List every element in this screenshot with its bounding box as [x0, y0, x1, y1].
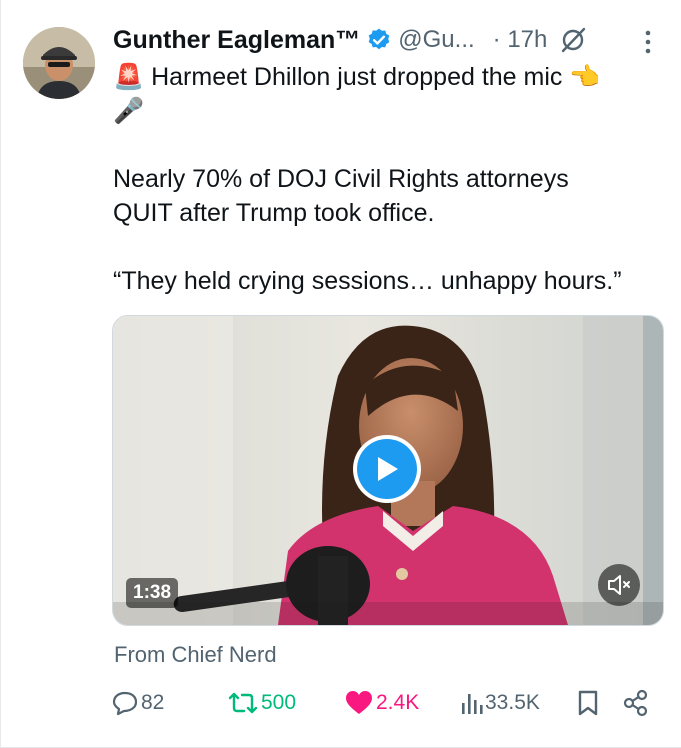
tweet-line-4: “They held crying sessions… unhappy hour… — [113, 267, 622, 295]
share-button[interactable] — [623, 686, 649, 720]
avatar[interactable] — [23, 27, 95, 99]
action-bar: 82 500 2.4K 33.5K — [111, 686, 651, 720]
view-count: 33.5K — [485, 691, 540, 714]
bookmark-button[interactable] — [577, 686, 599, 720]
author-name[interactable]: Gunther Eagleman™ — [113, 26, 360, 55]
more-options-icon[interactable] — [641, 28, 655, 56]
mute-icon — [608, 575, 630, 595]
reply-count: 82 — [141, 691, 165, 714]
play-icon — [357, 439, 417, 499]
siren-emoji: 🚨 — [113, 63, 145, 91]
media-source-label[interactable]: From Chief Nerd — [114, 642, 277, 668]
bookmark-icon — [578, 690, 598, 716]
heart-icon — [346, 691, 372, 714]
tweet-line-3: QUIT after Trump took office. — [113, 199, 435, 227]
repost-icon — [228, 692, 258, 714]
like-button[interactable]: 2.4K — [345, 686, 419, 720]
video-duration: 1:38 — [126, 578, 179, 608]
tweet-header: Gunther Eagleman™ @Gu... · 17h — [113, 22, 587, 58]
repost-button[interactable]: 500 — [227, 686, 296, 720]
reply-button[interactable]: 82 — [111, 686, 164, 720]
tweet-card[interactable]: Gunther Eagleman™ @Gu... · 17h 🚨 Harmeet… — [0, 0, 681, 748]
like-count: 2.4K — [376, 691, 420, 714]
mute-button[interactable] — [598, 564, 640, 606]
author-handle[interactable]: @Gu... — [398, 26, 474, 54]
tweet-line-2: Nearly 70% of DOJ Civil Rights attorneys — [113, 165, 569, 193]
reply-icon — [112, 691, 138, 716]
views-icon — [462, 694, 483, 714]
microphone-emoji: 🎤 — [113, 97, 145, 125]
share-icon — [623, 689, 648, 717]
avatar-image — [23, 27, 95, 99]
grok-icon[interactable] — [559, 26, 587, 54]
point-left-emoji: 👈 — [569, 63, 601, 91]
repost-count: 500 — [261, 691, 297, 714]
verified-badge-icon — [368, 28, 390, 50]
tweet-line-1: 🚨 Harmeet Dhillon just dropped the mic 👈 — [113, 63, 601, 91]
play-button[interactable] — [353, 435, 421, 503]
tweet-text: 🚨 Harmeet Dhillon just dropped the mic 👈… — [113, 60, 653, 298]
tweet-time[interactable]: · 17h — [493, 26, 548, 54]
views-button[interactable]: 33.5K — [459, 686, 540, 720]
